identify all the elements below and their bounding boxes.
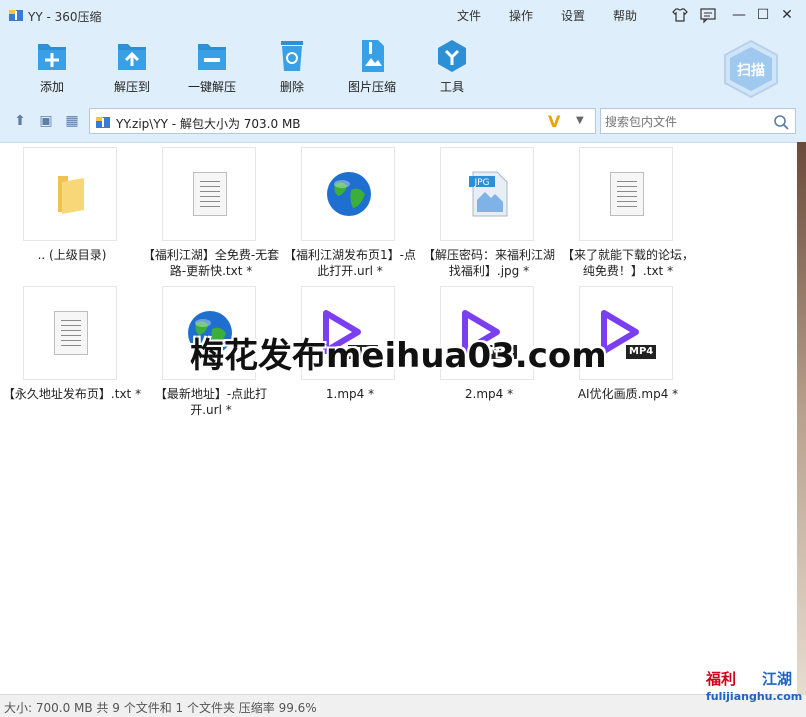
add-label: 添加 xyxy=(39,80,64,94)
brand-part1: 福利 xyxy=(706,670,737,688)
details-view-icon[interactable]: ▣ xyxy=(36,111,56,131)
extract-to-label: 解压到 xyxy=(113,80,150,94)
address-path: YY.zip\YY - 解包大小为 703.0 MB xyxy=(116,117,301,131)
address-bar[interactable]: YY.zip\YY - 解包大小为 703.0 MB V ▼ xyxy=(89,108,596,134)
search-icon[interactable] xyxy=(773,114,789,130)
file-name: 【福利江湖】全免费-无套路-更新快.txt * xyxy=(142,248,280,278)
text-document-icon xyxy=(54,311,88,355)
menu-operation[interactable]: 操作 xyxy=(509,7,533,24)
close-button[interactable]: ✕ xyxy=(777,5,797,25)
search-input[interactable] xyxy=(603,111,773,133)
jpg-image-icon: JPG xyxy=(469,171,508,217)
file-thumb xyxy=(23,147,117,241)
grid-view-icon[interactable]: ▦ xyxy=(62,111,82,131)
file-name: 【永久地址发布页】.txt * xyxy=(2,387,142,401)
file-thumb xyxy=(162,147,256,241)
skin-icon[interactable] xyxy=(671,6,689,24)
file-name: 【福利江湖发布页1】-点此打开.url * xyxy=(284,248,416,278)
extract-folder-icon xyxy=(118,44,146,70)
tools-button[interactable]: 工具 xyxy=(412,38,492,95)
file-name: .. (上级目录) xyxy=(37,248,107,262)
delete-button[interactable]: 删除 xyxy=(252,38,332,95)
one-click-extract-icon xyxy=(198,44,226,70)
file-name: 2.mp4 * xyxy=(464,387,514,401)
image-compress-label: 图片压缩 xyxy=(347,80,396,94)
one-click-extract-button[interactable]: 一键解压 xyxy=(172,38,252,95)
watermark-text: 梅花发布meihua03.com xyxy=(190,336,607,376)
file-name: 【来了就能下载的论坛，纯免费！】.txt * xyxy=(561,248,694,278)
file-thumb xyxy=(23,286,117,380)
brand-part2: 江湖 xyxy=(762,670,793,688)
menu-help[interactable]: 帮助 xyxy=(613,7,637,24)
title-bar: YY - 360压缩 文件 操作 设置 帮助 — ☐ ✕ xyxy=(0,0,806,30)
scan-label: 扫描 xyxy=(737,63,765,79)
text-document-icon xyxy=(193,172,227,216)
minimize-button[interactable]: — xyxy=(729,5,749,25)
brand-url: fulijianghu.com xyxy=(706,690,803,703)
image-zip-icon xyxy=(362,40,384,72)
feedback-icon[interactable] xyxy=(699,6,717,24)
tools-label: 工具 xyxy=(439,80,464,94)
window-title: YY - 360压缩 xyxy=(28,10,102,24)
menu-settings[interactable]: 设置 xyxy=(561,7,585,24)
delete-label: 删除 xyxy=(279,80,304,94)
folder-icon xyxy=(58,176,84,214)
image-compress-button[interactable]: 图片压缩 xyxy=(332,38,412,95)
app-window: YY - 360压缩 文件 操作 设置 帮助 — ☐ ✕ 添加 解压到 一键解压… xyxy=(0,0,806,717)
brand-watermark-logo: 福利 江湖 fulijianghu.com xyxy=(706,668,802,714)
mp4-badge: MP4 xyxy=(626,345,657,359)
status-text: 大小: 700.0 MB 共 9 个文件和 1 个文件夹 压缩率 99.6% xyxy=(4,701,317,715)
file-name: 【解压密码：来福利江湖找福利】.jpg * xyxy=(422,248,555,278)
file-thumb xyxy=(301,147,395,241)
status-bar: 大小: 700.0 MB 共 9 个文件和 1 个文件夹 压缩率 99.6% xyxy=(0,694,806,717)
up-arrow-icon[interactable]: ⬆ xyxy=(10,111,30,131)
scan-button[interactable]: 扫描 xyxy=(722,39,780,99)
file-thumb xyxy=(579,147,673,241)
text-document-icon xyxy=(610,172,644,216)
file-name: AI优化画质.mp4 * xyxy=(577,387,679,401)
toolbar-area: YY - 360压缩 文件 操作 设置 帮助 — ☐ ✕ 添加 解压到 一键解压… xyxy=(0,0,806,143)
file-thumb: JPG xyxy=(440,147,534,241)
file-name: 1.mp4 * xyxy=(325,387,375,401)
add-archive-icon xyxy=(38,44,66,70)
globe-link-icon xyxy=(327,172,371,216)
zip-app-icon xyxy=(9,10,23,21)
chevron-down-icon[interactable]: ▼ xyxy=(576,115,584,126)
zip-file-icon xyxy=(96,117,110,128)
v-logo-icon[interactable]: V xyxy=(548,112,560,131)
search-box[interactable] xyxy=(600,108,796,134)
jpg-badge: JPG xyxy=(473,178,489,188)
background-edge xyxy=(797,142,806,694)
maximize-button[interactable]: ☐ xyxy=(753,5,773,25)
one-click-extract-label: 一键解压 xyxy=(187,80,236,94)
file-name: 【最新地址】-点此打开.url * xyxy=(154,387,268,417)
add-button[interactable]: 添加 xyxy=(12,38,92,95)
extract-to-button[interactable]: 解压到 xyxy=(92,38,172,95)
tools-hexagon-icon xyxy=(438,40,466,72)
menu-file[interactable]: 文件 xyxy=(457,7,481,24)
recycle-bin-icon xyxy=(281,41,303,71)
